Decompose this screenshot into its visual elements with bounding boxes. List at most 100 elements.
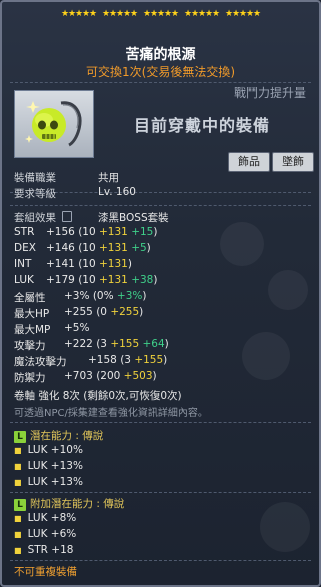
stat-total: +156 bbox=[46, 226, 75, 238]
divider bbox=[10, 560, 311, 561]
stat-total: +179 bbox=[46, 274, 75, 286]
stat-close: ) bbox=[153, 274, 158, 286]
star-group: ★ ★ ★ ★ ★ bbox=[61, 8, 98, 22]
star-group: ★ ★ ★ ★ ★ bbox=[102, 8, 139, 22]
star-icon: ★ bbox=[123, 9, 132, 19]
potential-header: L 潛在能力 : 傳說 bbox=[14, 428, 103, 443]
bonus-potential-sep: : bbox=[96, 498, 100, 510]
stat-base: (10 bbox=[78, 274, 96, 286]
stat-scroll: +155 bbox=[134, 354, 164, 366]
potential-line: ■ LUK +10% bbox=[14, 444, 83, 456]
potential-grade: 傳說 bbox=[82, 430, 104, 442]
potential-label: 潛在能力 bbox=[30, 430, 72, 442]
star-icon: ★ bbox=[232, 9, 241, 19]
bullet-icon: ■ bbox=[14, 530, 22, 539]
item-name: 苦痛的根源 bbox=[125, 47, 196, 63]
background-decor bbox=[220, 222, 264, 266]
stat-close: ) bbox=[142, 290, 147, 302]
level-row: 要求等級 Lv. 160 bbox=[14, 186, 136, 201]
stat-close: ) bbox=[163, 354, 168, 366]
stat-close: ) bbox=[153, 226, 158, 238]
star-icon: ★ bbox=[116, 9, 125, 19]
star-icon: ★ bbox=[253, 9, 262, 19]
stat-base: (3 bbox=[96, 338, 107, 350]
stat-name: 最大HP bbox=[14, 308, 50, 320]
potential-line: ■ LUK +13% bbox=[14, 460, 83, 472]
stat-close: ) bbox=[127, 258, 132, 270]
background-decor bbox=[242, 332, 290, 380]
potential-value: LUK +13% bbox=[27, 460, 83, 472]
bullet-icon: ■ bbox=[14, 514, 22, 523]
star-icon: ★ bbox=[130, 9, 139, 19]
stat-total: +255 bbox=[64, 306, 93, 318]
stat-total: +703 bbox=[64, 370, 93, 382]
star-icon: ★ bbox=[75, 9, 84, 19]
level-label: 要求等級 bbox=[14, 188, 56, 200]
stat-total: +3% bbox=[64, 290, 90, 302]
bullet-icon: ■ bbox=[14, 462, 22, 471]
stat-name: DEX bbox=[14, 242, 36, 254]
legendary-badge-icon: L bbox=[14, 499, 26, 511]
stat-scroll: +131 bbox=[99, 242, 128, 254]
star-group: ★ ★ ★ ★ ★ bbox=[143, 8, 180, 22]
star-icon: ★ bbox=[89, 9, 98, 19]
stat-name: 魔法攻擊力 bbox=[14, 356, 67, 368]
stat-close: ) bbox=[152, 370, 157, 382]
stat-row-maxhp: 最大HP +255 (0 +255) bbox=[14, 306, 143, 321]
combat-power-label: 戰鬥力提升量 bbox=[234, 86, 307, 100]
star-icon: ★ bbox=[102, 9, 111, 19]
bonus-potential-label: 附加潛在能力 bbox=[30, 498, 93, 510]
stat-total: +146 bbox=[46, 242, 75, 254]
stat-values: +703 (200 +503) bbox=[64, 370, 157, 382]
job-row: 裝備職業 共用 bbox=[14, 170, 119, 185]
star-icon: ★ bbox=[150, 9, 159, 19]
upgrade-label: 卷軸 強化 bbox=[14, 390, 60, 402]
divider bbox=[10, 492, 311, 493]
stat-total: +141 bbox=[46, 258, 75, 270]
stat-values: +222 (3 +155 +64) bbox=[64, 338, 169, 350]
stat-scroll: +255 bbox=[110, 306, 140, 318]
stat-row-int: INT +141 (10 +131) bbox=[14, 258, 132, 270]
star-icon: ★ bbox=[157, 9, 166, 19]
job-value: 共用 bbox=[98, 172, 119, 184]
background-decor bbox=[268, 270, 308, 310]
stat-row-luk: LUK +179 (10 +131 +38) bbox=[14, 274, 157, 286]
stat-scroll: +155 bbox=[110, 338, 140, 350]
star-icon: ★ bbox=[82, 9, 91, 19]
bullet-icon: ■ bbox=[14, 446, 22, 455]
potential-value: LUK +10% bbox=[27, 444, 83, 456]
bullet-icon: ■ bbox=[14, 546, 22, 555]
bonus-potential-value: LUK +6% bbox=[27, 528, 77, 540]
lock-icon bbox=[62, 211, 73, 222]
background-decor bbox=[260, 502, 310, 552]
stat-scroll: +131 bbox=[99, 258, 128, 270]
bonus-potential-value: LUK +8% bbox=[27, 512, 77, 524]
stat-close: ) bbox=[146, 242, 151, 254]
stat-scroll: +131 bbox=[99, 274, 128, 286]
stat-name: 全屬性 bbox=[14, 292, 46, 304]
star-icon: ★ bbox=[205, 9, 214, 19]
equipped-note: 目前穿戴中的裝備 bbox=[134, 116, 271, 135]
star-icon: ★ bbox=[143, 9, 152, 19]
stat-base: (10 bbox=[78, 258, 96, 270]
star-icon: ★ bbox=[61, 9, 70, 19]
stat-row-maxmp: 最大MP +5% bbox=[14, 322, 89, 337]
stat-total: +5% bbox=[64, 322, 90, 334]
upgrade-hint: 可透過NPC/採集建查看強化資訊詳細內容。 bbox=[14, 408, 208, 419]
stat-values: +3% (0% +3%) bbox=[64, 290, 147, 302]
bonus-potential-header: L 附加潛在能力 : 傳說 bbox=[14, 496, 124, 511]
upgrade-row: 卷軸 強化 8次 (剩餘0次,可恢復0次) bbox=[14, 388, 182, 403]
stat-scroll: +131 bbox=[99, 226, 128, 238]
star-icon: ★ bbox=[246, 9, 255, 19]
stat-base: (3 bbox=[120, 354, 131, 366]
stat-total: +222 bbox=[64, 338, 93, 350]
star-icon: ★ bbox=[198, 9, 207, 19]
star-icon: ★ bbox=[212, 9, 221, 19]
bonus-potential-grade: 傳說 bbox=[103, 498, 125, 510]
divider bbox=[10, 82, 311, 83]
stat-name: LUK bbox=[14, 274, 34, 286]
stat-bonus: +15 bbox=[131, 226, 154, 238]
set-label: 套組效果 bbox=[14, 212, 56, 224]
star-icon: ★ bbox=[171, 9, 180, 19]
stat-bonus: +5 bbox=[131, 242, 147, 254]
